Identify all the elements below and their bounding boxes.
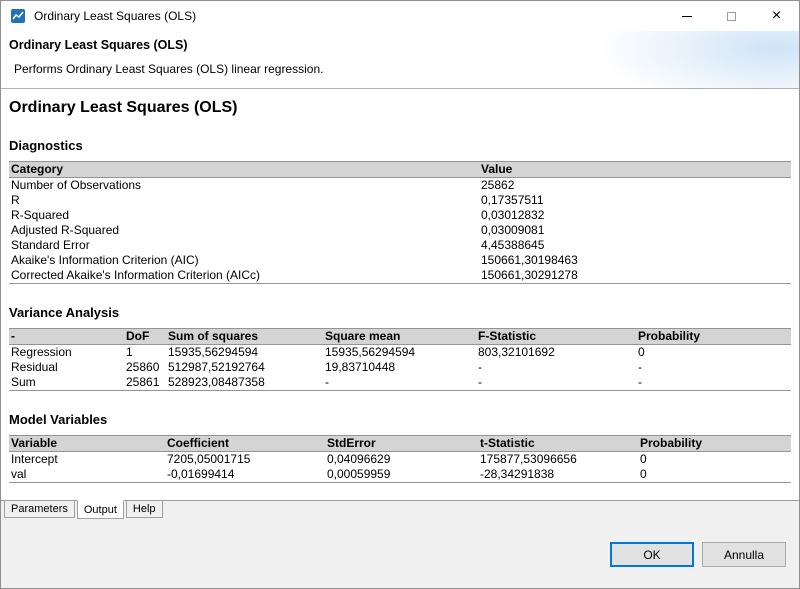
table-cell: 803,32101692 — [476, 345, 636, 361]
cancel-button[interactable]: Annulla — [702, 542, 786, 567]
table-cell: Adjusted R-Squared — [9, 223, 479, 238]
table-cell: -0,01699414 — [165, 467, 325, 483]
table-cell: R-Squared — [9, 208, 479, 223]
maximize-icon — [727, 12, 736, 21]
section-heading-variance: Variance Analysis — [9, 305, 791, 320]
output-pane: Ordinary Least Squares (OLS) Diagnostics… — [1, 89, 799, 501]
column-header: StdError — [325, 436, 478, 452]
tab-output[interactable]: Output — [77, 500, 124, 519]
close-icon: × — [772, 8, 781, 24]
table-cell: - — [476, 375, 636, 391]
table-cell: 15935,56294594 — [323, 345, 476, 361]
window-controls: × — [664, 1, 799, 31]
header-title: Ordinary Least Squares (OLS) — [9, 38, 799, 52]
column-header: Category — [9, 162, 479, 178]
table-row: Number of Observations25862 — [9, 178, 791, 194]
tab-help[interactable]: Help — [126, 501, 163, 518]
column-header: - — [9, 329, 124, 345]
table-cell: val — [9, 467, 165, 483]
dialog-header: Ordinary Least Squares (OLS) Performs Or… — [1, 31, 799, 89]
table-header-row: -DoFSum of squaresSquare meanF-Statistic… — [9, 329, 791, 345]
minimize-button[interactable] — [664, 1, 709, 31]
column-header: Coefficient — [165, 436, 325, 452]
table-cell: 150661,30198463 — [479, 253, 791, 268]
table-cell: 0 — [638, 467, 791, 483]
minimize-icon — [682, 16, 692, 17]
header-description: Performs Ordinary Least Squares (OLS) li… — [14, 62, 799, 76]
table-cell: 528923,08487358 — [166, 375, 323, 391]
table-row: Residual25860512987,5219276419,83710448-… — [9, 360, 791, 375]
column-header: DoF — [124, 329, 166, 345]
table-cell: 0 — [636, 345, 791, 361]
variance-table: -DoFSum of squaresSquare meanF-Statistic… — [9, 328, 791, 391]
table-cell: Akaike's Information Criterion (AIC) — [9, 253, 479, 268]
dialog-window: Ordinary Least Squares (OLS) × Ordinary … — [0, 0, 800, 589]
column-header: Probability — [638, 436, 791, 452]
table-row: Standard Error4,45388645 — [9, 238, 791, 253]
table-row: Corrected Akaike's Information Criterion… — [9, 268, 791, 284]
table-cell: 25861 — [124, 375, 166, 391]
titlebar: Ordinary Least Squares (OLS) × — [1, 1, 799, 31]
table-cell: 0,00059959 — [325, 467, 478, 483]
table-header-row: VariableCoefficientStdErrort-StatisticPr… — [9, 436, 791, 452]
column-header: F-Statistic — [476, 329, 636, 345]
table-cell: Regression — [9, 345, 124, 361]
table-cell: 0,03012832 — [479, 208, 791, 223]
table-cell: R — [9, 193, 479, 208]
table-row: R-Squared0,03012832 — [9, 208, 791, 223]
table-cell: Standard Error — [9, 238, 479, 253]
table-row: Intercept7205,050017150,04096629175877,5… — [9, 452, 791, 468]
tab-parameters[interactable]: Parameters — [4, 501, 75, 518]
table-row: R0,17357511 — [9, 193, 791, 208]
report-title: Ordinary Least Squares (OLS) — [9, 99, 791, 117]
column-header: Value — [479, 162, 791, 178]
table-cell: Number of Observations — [9, 178, 479, 194]
table-cell: 1 — [124, 345, 166, 361]
table-cell: 19,83710448 — [323, 360, 476, 375]
table-header-row: CategoryValue — [9, 162, 791, 178]
table-cell: 25860 — [124, 360, 166, 375]
table-row: Sum25861528923,08487358--- — [9, 375, 791, 391]
maximize-button[interactable] — [709, 1, 754, 31]
table-cell: - — [476, 360, 636, 375]
section-heading-diagnostics: Diagnostics — [9, 138, 791, 153]
tab-bar: Parameters Output Help — [1, 501, 799, 521]
table-row: Adjusted R-Squared0,03009081 — [9, 223, 791, 238]
section-heading-model-variables: Model Variables — [9, 412, 791, 427]
table-cell: 0,04096629 — [325, 452, 478, 468]
app-icon — [10, 8, 26, 24]
table-cell: 0,03009081 — [479, 223, 791, 238]
table-cell: 175877,53096656 — [478, 452, 638, 468]
button-bar: OK Annulla — [1, 521, 799, 588]
column-header: t-Statistic — [478, 436, 638, 452]
table-cell: 0 — [638, 452, 791, 468]
table-cell: 512987,52192764 — [166, 360, 323, 375]
table-row: Regression115935,5629459415935,562945948… — [9, 345, 791, 361]
table-cell: - — [636, 375, 791, 391]
table-cell: 150661,30291278 — [479, 268, 791, 284]
table-cell: 7205,05001715 — [165, 452, 325, 468]
table-cell: - — [636, 360, 791, 375]
model-variables-table: VariableCoefficientStdErrort-StatisticPr… — [9, 435, 791, 483]
table-cell: Corrected Akaike's Information Criterion… — [9, 268, 479, 284]
column-header: Probability — [636, 329, 791, 345]
diagnostics-table: CategoryValue Number of Observations2586… — [9, 161, 791, 284]
table-cell: Sum — [9, 375, 124, 391]
table-cell: Residual — [9, 360, 124, 375]
column-header: Variable — [9, 436, 165, 452]
table-cell: Intercept — [9, 452, 165, 468]
table-cell: 15935,56294594 — [166, 345, 323, 361]
table-cell: 4,45388645 — [479, 238, 791, 253]
table-cell: 0,17357511 — [479, 193, 791, 208]
column-header: Sum of squares — [166, 329, 323, 345]
table-row: Akaike's Information Criterion (AIC)1506… — [9, 253, 791, 268]
table-cell: -28,34291838 — [478, 467, 638, 483]
window-title: Ordinary Least Squares (OLS) — [34, 9, 196, 23]
table-cell: 25862 — [479, 178, 791, 194]
close-button[interactable]: × — [754, 1, 799, 31]
table-cell: - — [323, 375, 476, 391]
table-row: val-0,016994140,00059959-28,342918380 — [9, 467, 791, 483]
column-header: Square mean — [323, 329, 476, 345]
ok-button[interactable]: OK — [610, 542, 694, 567]
